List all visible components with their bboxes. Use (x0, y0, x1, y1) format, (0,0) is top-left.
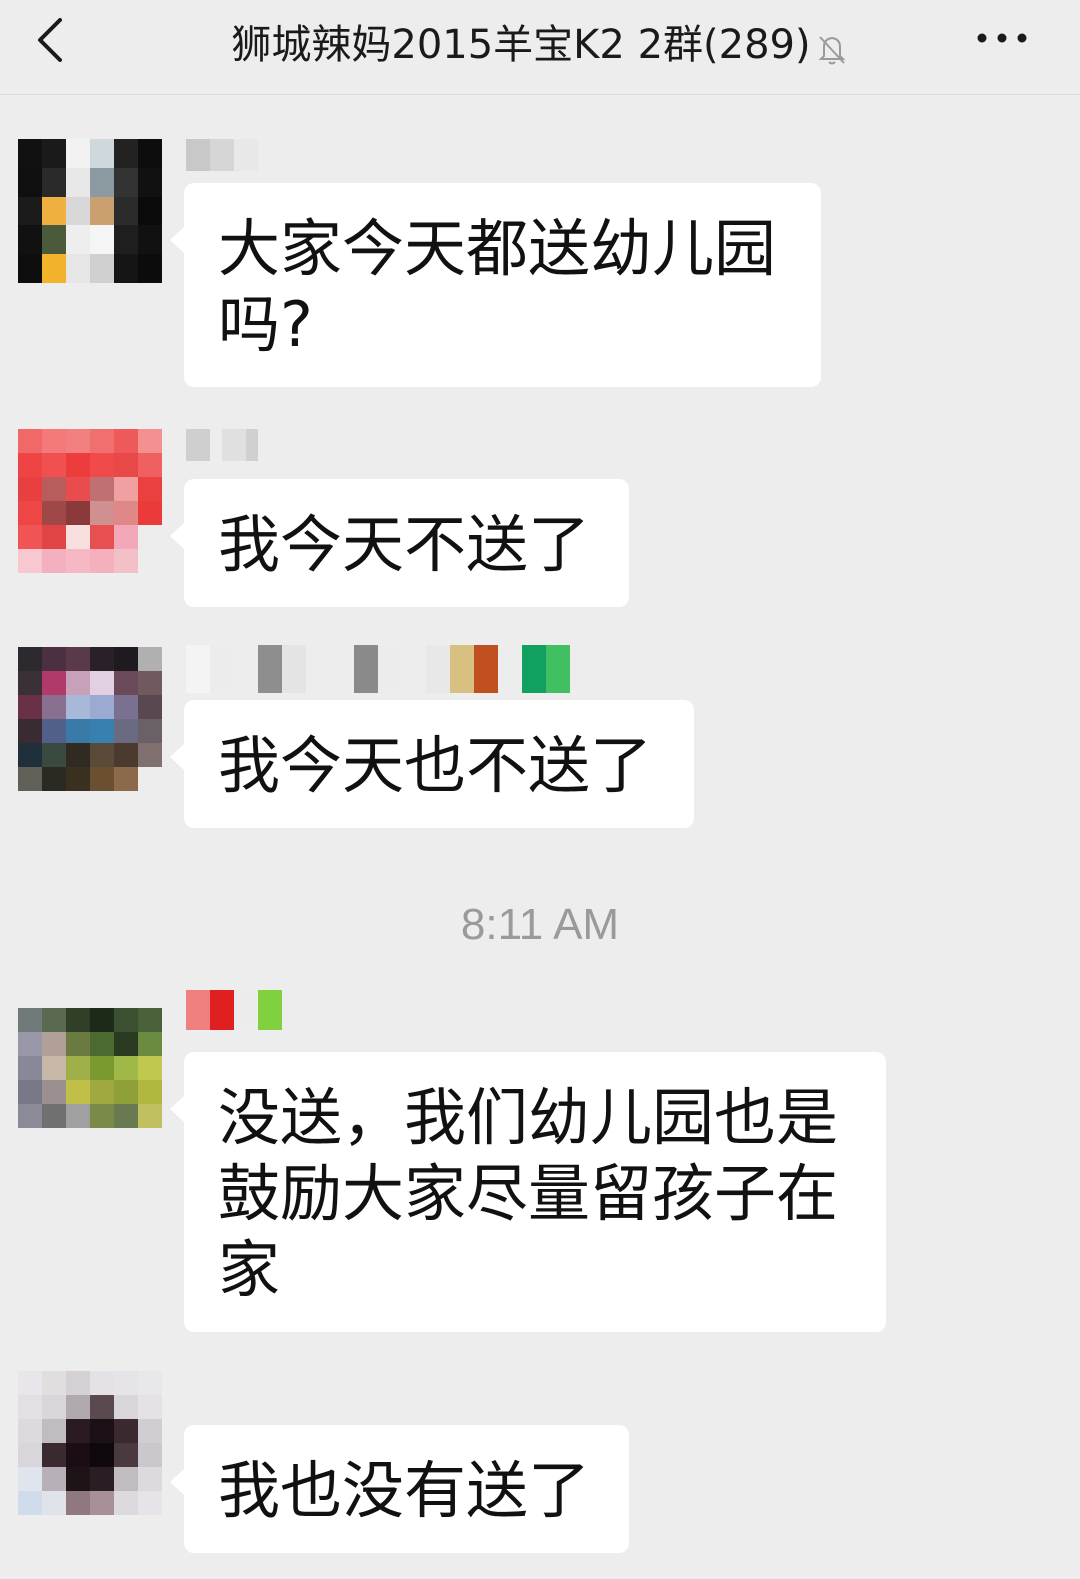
message-bubble[interactable]: 大家今天都送幼儿园吗? (170, 183, 821, 387)
sender-name-redacted (186, 429, 258, 461)
bell-off-icon (815, 30, 849, 65)
message-text: 大家今天都送幼儿园吗? (218, 212, 777, 361)
message-text: 没送，我们幼儿园也是鼓励大家尽量留孩子在家 (218, 1081, 839, 1306)
more-options-button[interactable] (974, 24, 1030, 52)
sender-name-redacted (186, 645, 570, 693)
message-bubble[interactable]: 我今天不送了 (170, 479, 629, 607)
avatar[interactable] (18, 429, 162, 573)
message-text: 我今天不送了 (218, 508, 591, 581)
chat-title-wrap: 狮城辣妈2015羊宝K2 2群(289) (0, 12, 1080, 70)
sender-name-redacted (186, 990, 282, 1030)
chat-title: 狮城辣妈2015羊宝K2 2群(289) (231, 22, 811, 68)
message-text: 我今天也不送了 (218, 729, 653, 802)
avatar[interactable] (18, 139, 162, 283)
avatar[interactable] (18, 1371, 162, 1515)
message-bubble[interactable]: 没送，我们幼儿园也是鼓励大家尽量留孩子在家 (170, 1052, 886, 1332)
message-text: 我也没有送了 (218, 1454, 591, 1527)
message-bubble[interactable]: 我也没有送了 (170, 1425, 629, 1553)
sender-name-redacted (186, 139, 258, 171)
more-dots-icon (977, 33, 1027, 43)
avatar[interactable] (18, 1008, 162, 1128)
timestamp: 8:11 AM (460, 900, 620, 949)
message-bubble[interactable]: 我今天也不送了 (170, 700, 694, 828)
avatar[interactable] (18, 647, 162, 791)
chat-header: 狮城辣妈2015羊宝K2 2群(289) (0, 0, 1080, 95)
